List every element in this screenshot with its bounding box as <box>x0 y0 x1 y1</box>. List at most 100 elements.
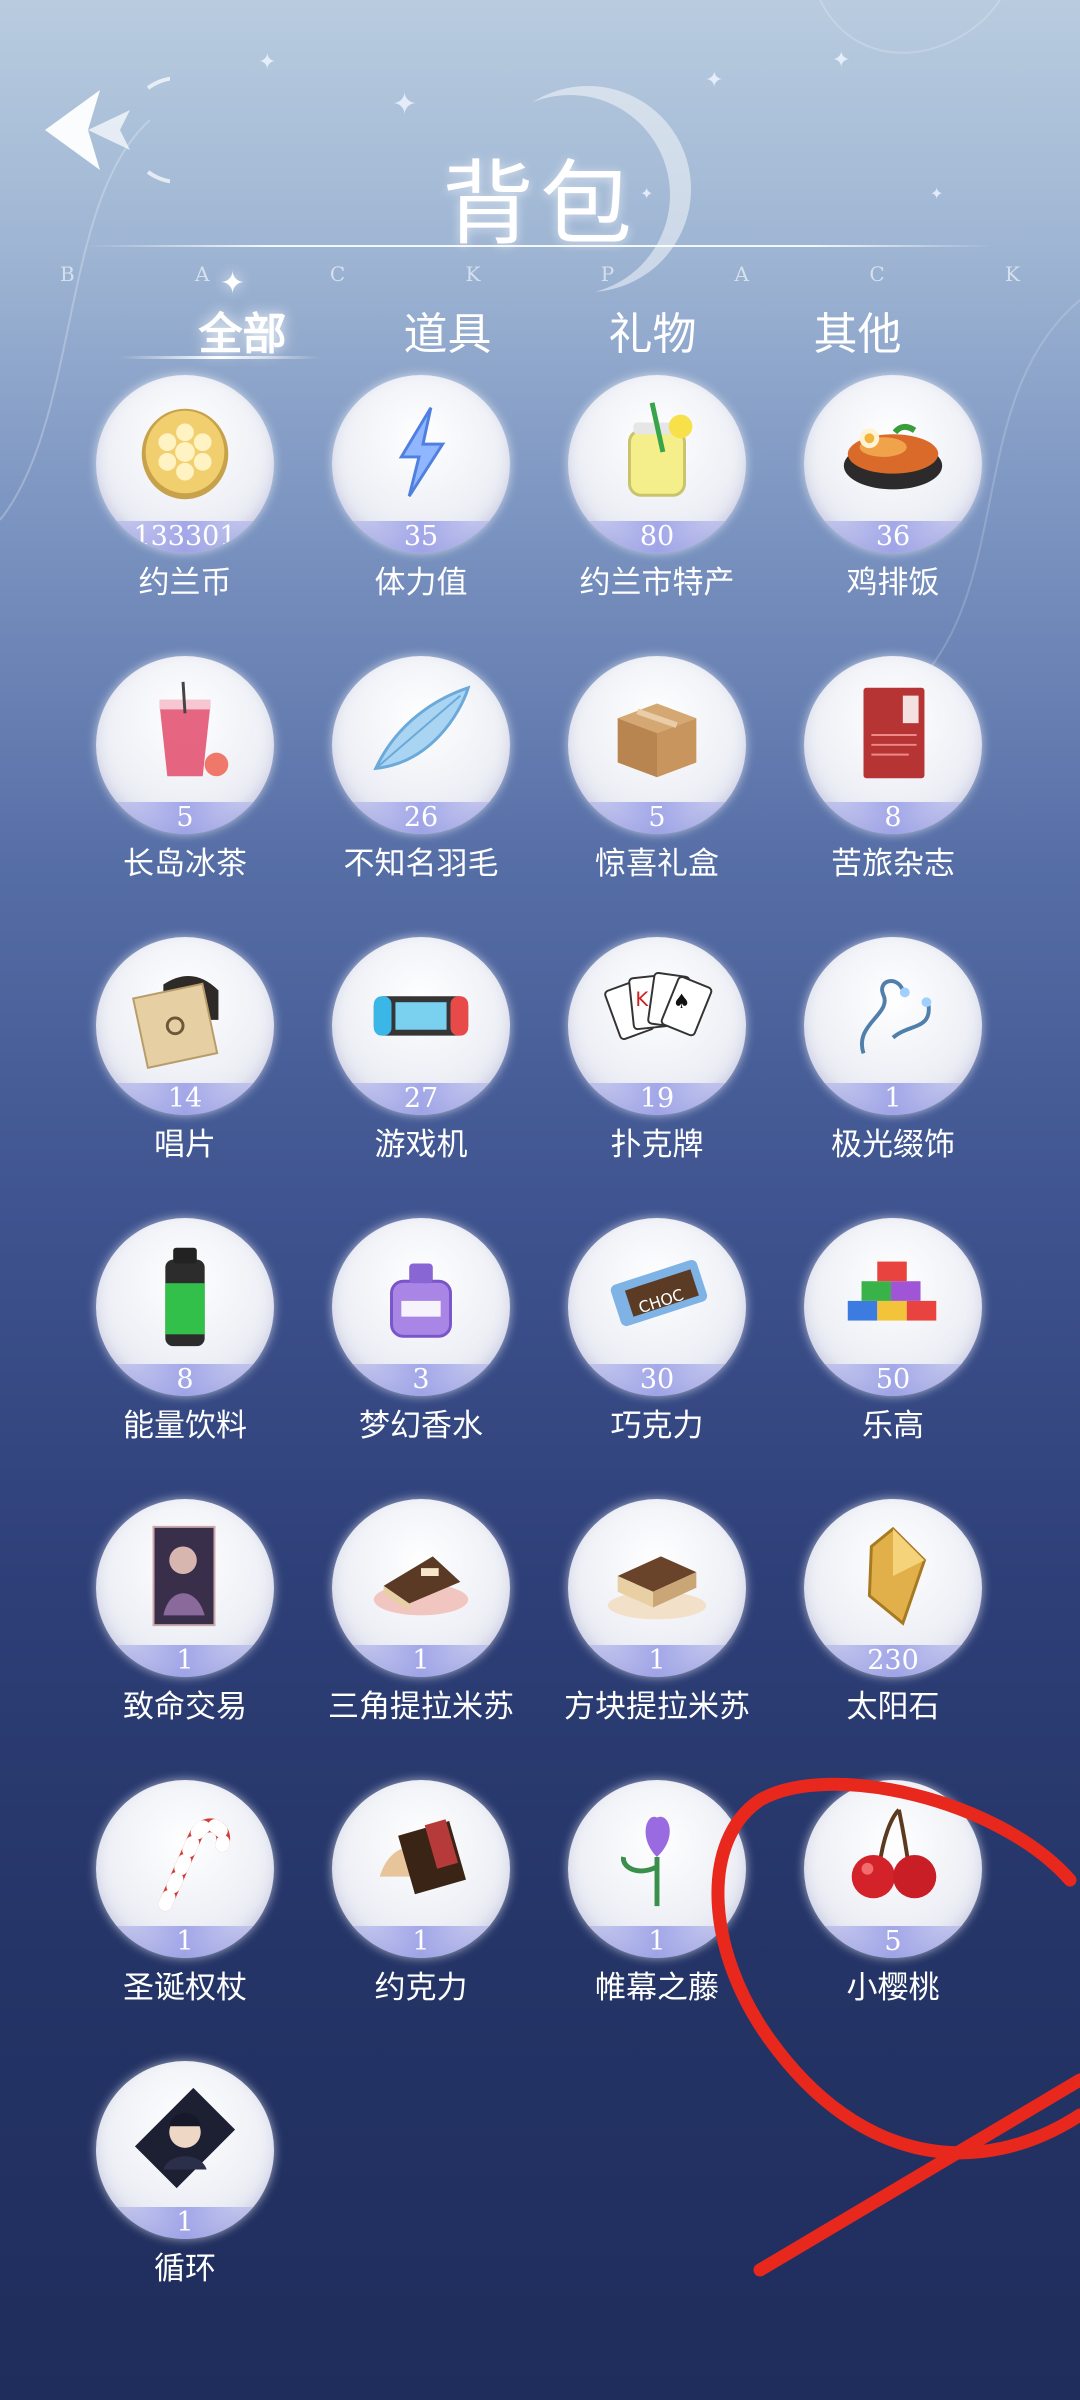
item-count: 5 <box>96 802 274 834</box>
inventory-item[interactable]: CHOC 30 巧克力 <box>538 1218 774 1448</box>
item-name: 苦旅杂志 <box>831 846 955 882</box>
item-slot: 1 <box>332 1499 510 1677</box>
inventory-item[interactable]: 5 长岛冰茶 <box>66 656 302 886</box>
tab-label: 道具 <box>403 309 492 360</box>
energy-drink-icon <box>96 1226 274 1364</box>
inventory-item[interactable]: 50 乐高 <box>774 1218 1010 1448</box>
tab-label: 礼物 <box>608 309 697 360</box>
item-slot: 1 <box>804 937 982 1115</box>
item-slot: 36 <box>804 375 982 553</box>
subtitle-letter: C <box>869 262 885 286</box>
item-count: 14 <box>96 1083 274 1115</box>
item-count: 8 <box>96 1364 274 1396</box>
item-slot: 230 <box>804 1499 982 1677</box>
item-slot: 5 <box>568 656 746 834</box>
item-name: 太阳石 <box>846 1689 940 1725</box>
category-tabs: ✦ 全部 道具 礼物 其他 <box>120 266 960 362</box>
inventory-item[interactable]: 1 帷幕之藤 <box>538 1780 774 2010</box>
item-slot: 26 <box>332 656 510 834</box>
tiramisu-slice-icon <box>332 1507 510 1645</box>
inventory-item[interactable]: 1 三角提拉米苏 <box>302 1499 538 1729</box>
item-name: 约兰市特产 <box>579 565 735 601</box>
inventory-item[interactable]: 35 体力值 <box>302 375 538 605</box>
item-slot: 133301 <box>96 375 274 553</box>
title-divider <box>85 245 995 247</box>
item-count: 1 <box>568 1926 746 1958</box>
inventory-item[interactable]: K ♠ 19 扑克牌 <box>538 937 774 1167</box>
item-count: 19 <box>568 1083 746 1115</box>
lego-bricks-icon <box>804 1226 982 1364</box>
item-slot: K ♠ 19 <box>568 937 746 1115</box>
inventory-item[interactable]: 8 苦旅杂志 <box>774 656 1010 886</box>
inventory-item[interactable]: 5 惊喜礼盒 <box>538 656 774 886</box>
tab-gifts[interactable]: 礼物 <box>550 298 755 362</box>
lightning-icon <box>332 383 510 521</box>
lemonade-jar-icon <box>568 383 746 521</box>
item-slot: 1 <box>96 2061 274 2239</box>
inventory-item[interactable]: 3 梦幻香水 <box>302 1218 538 1448</box>
item-count: 8 <box>804 802 982 834</box>
page-subtitle: B A C K P A C K <box>60 262 1020 286</box>
inventory-item[interactable]: 1 循环 <box>66 2061 302 2291</box>
record-icon <box>96 945 274 1083</box>
tab-star-icon: ✦ <box>220 266 246 301</box>
chocolate-bar-icon: CHOC <box>568 1226 746 1364</box>
page-title: 背包 <box>441 151 638 258</box>
inventory-item[interactable]: 27 游戏机 <box>302 937 538 1167</box>
cherry-icon <box>804 1788 982 1926</box>
item-count: 1 <box>804 1083 982 1115</box>
item-count: 1 <box>332 1926 510 1958</box>
item-count: 133301 <box>96 521 274 553</box>
inventory-item[interactable]: 14 唱片 <box>66 937 302 1167</box>
feather-icon <box>332 664 510 802</box>
chocolate-shell-icon <box>332 1788 510 1926</box>
item-count: 27 <box>332 1083 510 1115</box>
candy-cane-icon <box>96 1788 274 1926</box>
game-console-icon <box>332 945 510 1083</box>
item-name: 梦幻香水 <box>359 1408 483 1444</box>
portrait-icon <box>96 2069 274 2207</box>
item-name: 惊喜礼盒 <box>595 846 719 882</box>
inventory-item[interactable]: 133301 约兰币 <box>66 375 302 605</box>
inventory-item[interactable]: 1 约克力 <box>302 1780 538 2010</box>
inventory-item[interactable]: 5 小樱桃 <box>774 1780 1010 2010</box>
item-name: 约兰币 <box>138 565 232 601</box>
subtitle-letter: K <box>465 262 481 286</box>
subtitle-letter: P <box>600 262 615 286</box>
inventory-item[interactable]: 36 鸡排饭 <box>774 375 1010 605</box>
tab-other[interactable]: 其他 <box>755 298 960 362</box>
chicken-rice-bowl-icon <box>804 383 982 521</box>
item-slot: 5 <box>96 656 274 834</box>
inventory-item[interactable]: 26 不知名羽毛 <box>302 656 538 886</box>
item-slot: 35 <box>332 375 510 553</box>
item-slot: 8 <box>96 1218 274 1396</box>
subtitle-letter: A <box>734 262 749 286</box>
inventory-item[interactable]: 80 约兰市特产 <box>538 375 774 605</box>
tab-label: 其他 <box>813 309 902 360</box>
item-name: 体力值 <box>374 565 468 601</box>
inventory-item[interactable]: 1 方块提拉米苏 <box>538 1499 774 1729</box>
item-name: 鸡排饭 <box>846 565 940 601</box>
item-name: 唱片 <box>154 1127 216 1163</box>
item-name: 极光缀饰 <box>831 1127 955 1163</box>
item-count: 36 <box>804 521 982 553</box>
inventory-item[interactable]: 8 能量饮料 <box>66 1218 302 1448</box>
sunstone-crystal-icon <box>804 1507 982 1645</box>
item-name: 方块提拉米苏 <box>564 1689 750 1725</box>
inventory-item[interactable]: 1 致命交易 <box>66 1499 302 1729</box>
inventory-item[interactable]: 1 圣诞权杖 <box>66 1780 302 2010</box>
poster-card-icon <box>96 1507 274 1645</box>
item-count: 30 <box>568 1364 746 1396</box>
coin-icon <box>96 383 274 521</box>
header: 背包 B A C K P A C K <box>0 40 1080 286</box>
item-name: 能量饮料 <box>123 1408 247 1444</box>
inventory-item[interactable]: 1 极光缀饰 <box>774 937 1010 1167</box>
tab-all[interactable]: ✦ 全部 <box>120 266 345 362</box>
inventory-item[interactable]: 230 太阳石 <box>774 1499 1010 1729</box>
gift-box-icon <box>568 664 746 802</box>
tab-props[interactable]: 道具 <box>345 298 550 362</box>
item-count: 26 <box>332 802 510 834</box>
item-slot: 27 <box>332 937 510 1115</box>
item-name: 不知名羽毛 <box>343 846 499 882</box>
item-name: 游戏机 <box>374 1127 468 1163</box>
